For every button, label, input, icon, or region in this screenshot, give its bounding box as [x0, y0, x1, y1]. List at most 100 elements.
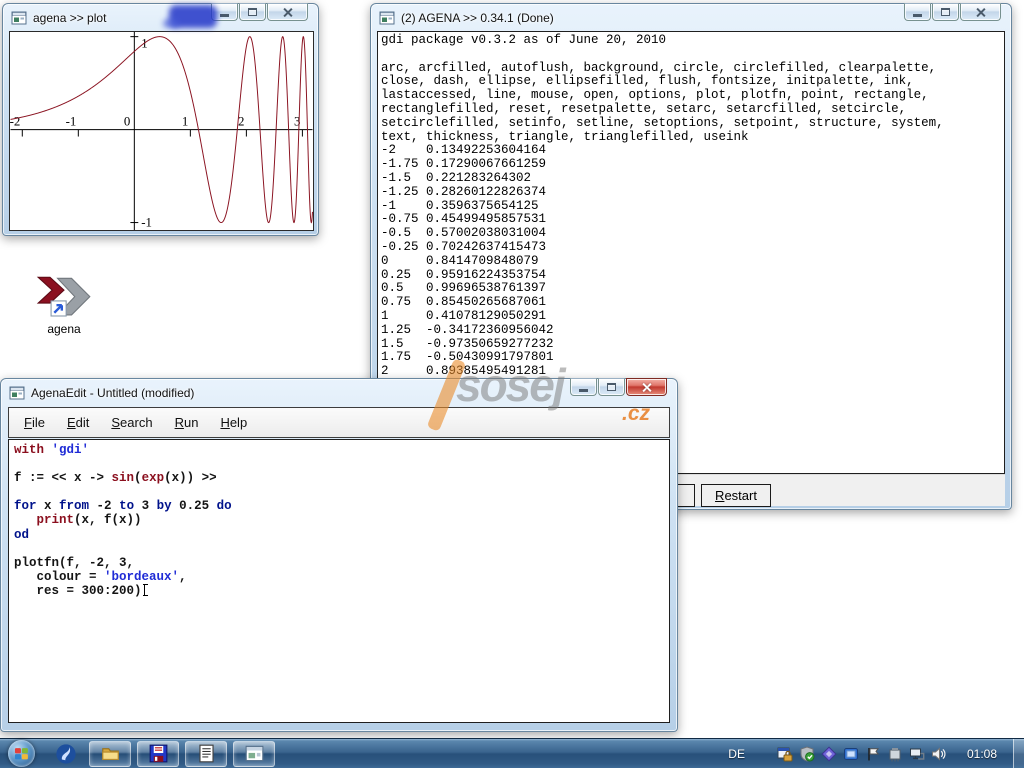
desktop-shortcut-label: agena: [26, 322, 102, 336]
maximize-button[interactable]: [598, 378, 625, 396]
diamond-icon[interactable]: [821, 746, 837, 762]
minimize-icon: [579, 389, 588, 392]
svg-text:-2: -2: [10, 115, 20, 129]
agena-shortcut-icon: [36, 274, 92, 320]
minimize-icon: [913, 14, 922, 17]
terminal-line: 0 0.8414709848079: [381, 255, 1004, 269]
svg-text:-1: -1: [141, 216, 152, 230]
taskbar-button-explorer-folder-icon[interactable]: [89, 741, 131, 767]
plot-canvas: -2-101231-1: [9, 31, 314, 231]
menu-item-file[interactable]: File: [15, 412, 54, 433]
code-line: for x from -2 to 3 by 0.25 do: [14, 499, 669, 513]
code-line: f := << x -> sin(exp(x)) >>: [14, 471, 669, 485]
close-button[interactable]: [267, 3, 308, 21]
shield-check-icon[interactable]: [799, 746, 815, 762]
action-flag-icon[interactable]: [865, 746, 881, 762]
document-icon: [197, 744, 216, 763]
code-line: colour = 'bordeaux',: [14, 570, 669, 584]
desktop-shortcut-agena[interactable]: agena: [26, 274, 102, 336]
terminal-line: text, thickness, triangle, trianglefille…: [381, 131, 1004, 145]
app-window-icon: [379, 10, 395, 25]
close-icon: [976, 7, 986, 17]
minimize-icon: [220, 14, 229, 17]
text-caret: [143, 584, 148, 596]
agenaedit-window: AgenaEdit - Untitled (modified) FileEdit…: [0, 378, 678, 732]
language-indicator[interactable]: DE: [728, 747, 745, 761]
restart-button[interactable]: Restart: [701, 484, 771, 507]
code-line: res = 300:200): [14, 584, 669, 598]
taskbar: DE 01:08: [0, 738, 1024, 768]
terminal-line: gdi package v0.3.2 as of June 20, 2010: [381, 34, 1004, 48]
svg-text:-1: -1: [66, 115, 77, 129]
terminal-line: [381, 48, 1004, 62]
terminal-line: setcirclefilled, setinfo, setline, setop…: [381, 117, 1004, 131]
plot-window-titlebar[interactable]: agena >> plot: [3, 4, 318, 31]
editor-window-titlebar[interactable]: AgenaEdit - Untitled (modified): [1, 379, 677, 406]
plot-window: agena >> plot -2-101231-1: [2, 3, 319, 236]
clock[interactable]: 01:08: [967, 747, 997, 761]
app-window-icon: [11, 10, 27, 25]
minimize-button[interactable]: [904, 3, 931, 21]
svg-text:1: 1: [182, 115, 188, 129]
tray-icons: [777, 746, 947, 762]
taskbar-button-console-window-icon[interactable]: [233, 741, 275, 767]
code-line: [14, 485, 669, 499]
taskbar-button-floppy-save-icon[interactable]: [137, 741, 179, 767]
terminal-line: 1.5 -0.97350659277232: [381, 338, 1004, 352]
app-box-icon[interactable]: [843, 746, 859, 762]
terminal-line: rectanglefilled, reset, resetpalette, se…: [381, 103, 1004, 117]
terminal-line: -1.25 0.28260122826374: [381, 186, 1004, 200]
terminal-line: 1.25 -0.34172360956042: [381, 324, 1004, 338]
maximize-button[interactable]: [932, 3, 959, 21]
terminal-line: 1.75 -0.50430991797801: [381, 351, 1004, 365]
code-line: [14, 542, 669, 556]
show-desktop-button[interactable]: [1013, 739, 1024, 768]
censored-smudge: [163, 19, 179, 28]
locked-app-icon[interactable]: [777, 746, 793, 762]
menu-item-help[interactable]: Help: [211, 412, 256, 433]
explorer-folder-icon: [101, 744, 120, 763]
close-icon: [283, 7, 293, 17]
maximize-icon: [941, 8, 950, 16]
taskbar-button-document-icon[interactable]: [185, 741, 227, 767]
svg-text:0: 0: [124, 115, 130, 129]
menu-item-edit[interactable]: Edit: [58, 412, 98, 433]
terminal-line: 1 0.41078129050291: [381, 310, 1004, 324]
terminal-line: arc, arcfilled, autoflush, background, c…: [381, 62, 1004, 76]
close-icon: [642, 382, 652, 392]
editor-code[interactable]: with 'gdi' f := << x -> sin(exp(x)) >> for…: [8, 439, 670, 723]
code-line: with 'gdi': [14, 443, 669, 457]
start-button[interactable]: [8, 740, 35, 767]
desktop: { "desktop": { "background": "#ffffff" }…: [0, 0, 1024, 768]
terminal-line: 0.5 0.99696538761397: [381, 282, 1004, 296]
editor-window-title: AgenaEdit - Untitled (modified): [31, 386, 194, 400]
terminal-line: 2 0.89385495491281: [381, 365, 1004, 379]
program-swirl-icon[interactable]: [55, 743, 77, 765]
terminal-line: -0.5 0.57002038031004: [381, 227, 1004, 241]
network-icon[interactable]: [909, 746, 925, 762]
maximize-icon: [248, 8, 257, 16]
terminal-line: lastaccessed, line, mouse, open, options…: [381, 89, 1004, 103]
device-icon[interactable]: [887, 746, 903, 762]
maximize-button[interactable]: [239, 3, 266, 21]
menu-item-run[interactable]: Run: [166, 412, 208, 433]
close-button[interactable]: [626, 378, 667, 396]
code-line: [14, 457, 669, 471]
volume-icon[interactable]: [931, 746, 947, 762]
console-window-titlebar[interactable]: (2) AGENA >> 0.34.1 (Done): [371, 4, 1011, 31]
code-line: od: [14, 528, 669, 542]
minimize-button[interactable]: [570, 378, 597, 396]
terminal-line: 0.25 0.95916224353754: [381, 269, 1004, 283]
windows-flag-icon: [14, 746, 29, 761]
close-button[interactable]: [960, 3, 1001, 21]
maximize-icon: [607, 383, 616, 391]
function-plot: -2-101231-1: [10, 32, 313, 230]
terminal-line: -1 0.3596375654125: [381, 200, 1004, 214]
terminal-line: close, dash, ellipse, ellipsefilled, flu…: [381, 75, 1004, 89]
app-window-icon: [9, 385, 25, 400]
system-tray: DE 01:08: [728, 739, 1024, 768]
menu-item-search[interactable]: Search: [102, 412, 161, 433]
code-line: print(x, f(x)): [14, 513, 669, 527]
editor-menubar: FileEditSearchRunHelp: [8, 407, 670, 438]
terminal-line: -1.75 0.17290067661259: [381, 158, 1004, 172]
